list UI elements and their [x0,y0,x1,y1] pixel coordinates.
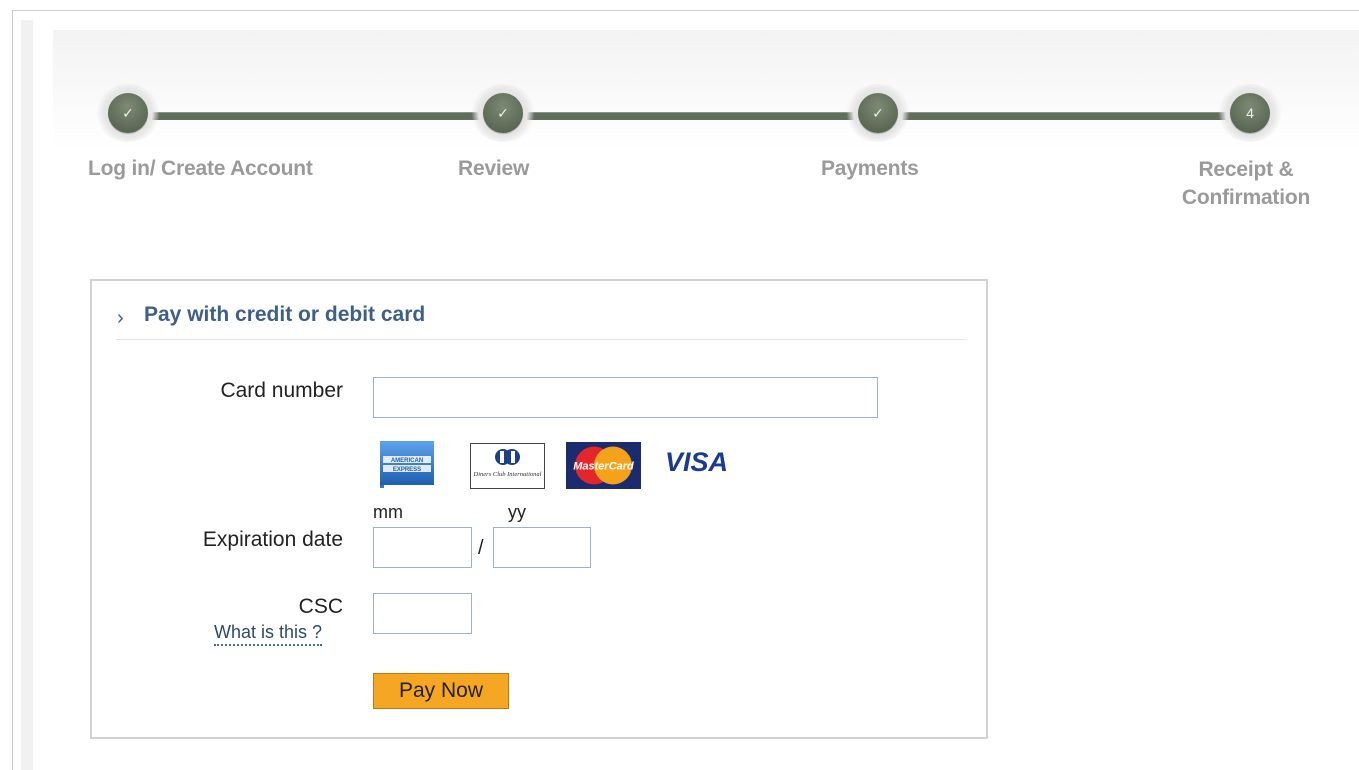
step-4-node: 4 [1217,84,1283,142]
progress-connector [128,112,503,120]
american-express-logo: AMERICAN EXPRESS [380,441,434,488]
visa-logo: VISA [665,447,735,477]
payment-panel-header[interactable]: › Pay with credit or debit card [116,297,966,340]
diners-club-logo: Diners Club International [470,443,545,489]
payment-panel: › Pay with credit or debit card [90,279,988,739]
expiration-date-label: Expiration date [202,528,343,551]
card-number-input[interactable] [373,377,878,418]
step-label-login: Log in/ Create Account [88,157,313,180]
csc-label: CSC [298,595,343,618]
pay-now-button[interactable]: Pay Now [373,673,509,709]
expiry-separator: / [478,537,484,559]
step-label-review: Review [458,157,530,180]
expiry-year-input[interactable] [493,527,591,568]
step-label-receipt: Receipt & Confirmation [1181,158,1311,209]
checkmark-icon: ✓ [108,93,148,133]
progress-connector [878,112,1250,120]
step-number: 4 [1230,93,1270,133]
svg-text:EXPRESS: EXPRESS [393,467,421,473]
csc-input[interactable] [373,593,472,634]
expiry-month-input[interactable] [373,527,472,568]
step-3-node: ✓ [845,84,911,142]
payment-panel-title: Pay with credit or debit card [144,303,426,326]
chevron-right-icon: › [117,307,124,329]
checkmark-icon: ✓ [858,93,898,133]
card-number-label: Card number [220,379,343,402]
year-label: yy [508,502,526,522]
svg-text:AMERICAN: AMERICAN [391,458,423,464]
progress-connector [503,112,878,120]
left-rail [21,20,33,770]
step-2-node: ✓ [470,84,536,142]
mastercard-logo: MasterCard [566,442,641,489]
step-label-payments: Payments [821,157,919,180]
svg-text:VISA: VISA [665,447,728,477]
csc-help-link[interactable]: What is this ? [214,622,323,646]
month-label: mm [373,502,403,522]
svg-text:Diners Club International: Diners Club International [473,471,542,478]
svg-text:MasterCard: MasterCard [573,461,634,473]
checkmark-icon: ✓ [483,93,523,133]
step-1-node: ✓ [95,84,161,142]
